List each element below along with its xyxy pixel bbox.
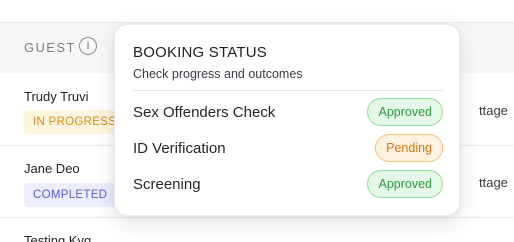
info-icon[interactable]: i (79, 37, 97, 55)
guest-name: Trudy Truvi (24, 89, 89, 104)
guest-name: Jane Deo (24, 161, 80, 176)
booking-status-popover: BOOKING STATUS Check progress and outcom… (114, 24, 460, 216)
popover-title: BOOKING STATUS (133, 44, 267, 61)
check-label: Sex Offenders Check (133, 104, 276, 121)
row-cell-text: ttage (479, 175, 508, 190)
check-label: ID Verification (133, 140, 226, 157)
divider (133, 90, 443, 91)
check-status-badge: Approved (367, 170, 443, 198)
check-label: Screening (133, 176, 201, 193)
page: GUEST i Trudy Truvi IN PROGRESS ttage Ja… (0, 0, 514, 242)
check-status-badge: Pending (375, 134, 443, 162)
check-row: ID Verification Pending (133, 134, 443, 164)
guest-column-header: GUEST (24, 40, 76, 55)
check-row: Screening Approved (133, 170, 443, 200)
guest-name: Testing Kyg (24, 233, 92, 242)
row-cell-text: ttage (479, 103, 508, 118)
popover-subtitle: Check progress and outcomes (133, 67, 303, 81)
check-status-badge: Approved (367, 98, 443, 126)
check-row: Sex Offenders Check Approved (133, 98, 443, 128)
status-badge[interactable]: COMPLETED (24, 183, 117, 207)
table-row[interactable]: Testing Kyg (0, 218, 514, 242)
status-badge[interactable]: IN PROGRESS (24, 110, 126, 134)
